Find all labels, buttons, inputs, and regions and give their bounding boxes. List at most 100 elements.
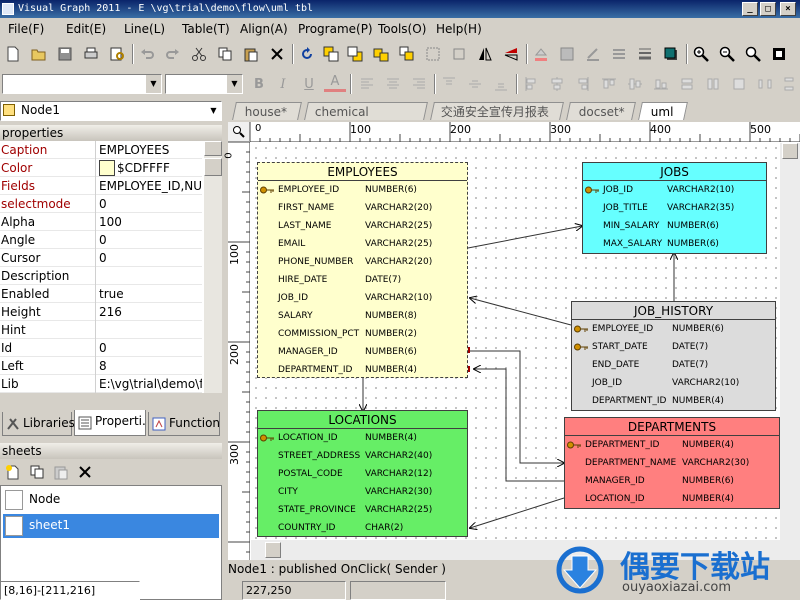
field-row[interactable]: MANAGER_ID NUMBER(6) (565, 472, 779, 490)
menu-align[interactable]: Align(A) (240, 22, 288, 36)
property-row[interactable]: Id 0 (0, 339, 202, 357)
valign-top-icon[interactable] (438, 73, 460, 95)
property-row[interactable]: Hint (0, 321, 202, 339)
group-icon[interactable] (370, 43, 392, 65)
menu-file[interactable]: File(F) (8, 22, 44, 36)
field-row[interactable]: POSTAL_CODE VARCHAR2(12) (258, 465, 467, 483)
resize-icon[interactable] (422, 43, 444, 65)
property-row[interactable]: Height 216 (0, 303, 202, 321)
redo-icon[interactable] (162, 43, 184, 65)
property-row[interactable]: Angle 0 (0, 231, 202, 249)
property-value[interactable] (99, 267, 202, 285)
space-vertical-icon[interactable] (778, 73, 800, 95)
align-bottoms-icon[interactable] (650, 73, 672, 95)
property-row[interactable]: Caption EMPLOYEES (0, 141, 202, 159)
zoom-fit-icon[interactable] (742, 43, 764, 65)
diagram-canvas[interactable]: EMPLOYEES EMPLOYEE_ID NUMBER(6) FIRST_NAME V… (251, 143, 780, 540)
doc-tab-house[interactable]: house* (232, 102, 302, 120)
tab-function[interactable]: Function (148, 412, 220, 436)
same-size-icon[interactable] (728, 73, 750, 95)
menu-help[interactable]: Help(H) (436, 22, 482, 36)
same-height-icon[interactable] (702, 73, 724, 95)
field-row[interactable]: DEPARTMENT_ID NUMBER(4) (572, 392, 775, 410)
align-centers-icon[interactable] (546, 73, 568, 95)
ungroup-icon[interactable] (396, 43, 418, 65)
property-value[interactable]: 0 (99, 231, 202, 249)
maximize-button[interactable]: □ (760, 2, 776, 16)
align-tops-icon[interactable] (598, 73, 620, 95)
align-lefts-icon[interactable] (520, 73, 542, 95)
doc-tab-docset[interactable]: docset* (566, 102, 636, 120)
property-value[interactable]: 216 (99, 303, 202, 321)
menu-edit[interactable]: Edit(E) (66, 22, 106, 36)
copy-icon[interactable] (214, 43, 236, 65)
font-name-combo[interactable]: ▼ (2, 74, 162, 94)
print-icon[interactable] (80, 43, 102, 65)
paste-sheet-icon[interactable] (50, 461, 72, 483)
same-width-icon[interactable] (676, 73, 698, 95)
shadow-icon[interactable] (660, 43, 682, 65)
property-value[interactable]: 0 (99, 195, 202, 213)
italic-icon[interactable]: I (272, 73, 294, 95)
field-row[interactable]: END_DATE DATE(7) (572, 356, 775, 374)
fill-color-icon[interactable] (530, 43, 552, 65)
menu-line[interactable]: Line(L) (124, 22, 165, 36)
property-row[interactable]: Cursor 0 (0, 249, 202, 267)
field-row[interactable]: STREET_ADDRESS VARCHAR2(40) (258, 447, 467, 465)
vertical-scrollbar[interactable] (780, 143, 800, 540)
zoom-out-icon[interactable] (716, 43, 738, 65)
field-row[interactable]: JOB_ID VARCHAR2(10) (583, 181, 766, 199)
property-value[interactable]: EMPLOYEE_ID,NU (99, 177, 202, 195)
line-color-icon[interactable] (582, 43, 604, 65)
entity-locations[interactable]: LOCATIONS LOCATION_ID NUMBER(4) STREET_ADDR… (257, 410, 468, 537)
send-back-icon[interactable] (344, 43, 366, 65)
close-window-button[interactable]: × (780, 2, 796, 16)
property-value[interactable]: 0 (99, 249, 202, 267)
field-row[interactable]: START_DATE DATE(7) (572, 338, 775, 356)
ruler-corner[interactable] (228, 122, 250, 142)
doc-tab-report[interactable]: 交通安全宣传月报表* (430, 102, 564, 137)
menu-programe[interactable]: Programe(P) (298, 22, 373, 36)
property-row[interactable]: Color $CDFFFF (0, 159, 202, 177)
property-row[interactable]: selectmode 0 (0, 195, 202, 213)
property-row[interactable]: Alpha 100 (0, 213, 202, 231)
property-value[interactable]: 0 (99, 339, 202, 357)
underline-icon[interactable]: U (298, 73, 320, 95)
align-right-icon[interactable] (408, 73, 430, 95)
tab-libraries[interactable]: Libraries (2, 412, 75, 436)
bring-front-icon[interactable] (320, 43, 342, 65)
property-value[interactable]: 8 (99, 357, 202, 375)
entity-jobs[interactable]: JOBS JOB_ID VARCHAR2(10) JOB_TITLE VARCHAR2(… (582, 162, 767, 254)
paste-icon[interactable] (240, 43, 262, 65)
property-value[interactable] (99, 321, 202, 339)
field-row[interactable]: DEPARTMENT_NAME VARCHAR2(30) (565, 454, 779, 472)
field-row[interactable]: FIRST_NAME VARCHAR2(20) (258, 199, 467, 217)
page-setup-icon[interactable] (768, 43, 790, 65)
align-middles-icon[interactable] (624, 73, 646, 95)
field-row[interactable]: MANAGER_ID NUMBER(6) (258, 343, 467, 361)
open-folder-icon[interactable] (28, 43, 50, 65)
field-row[interactable]: EMAIL VARCHAR2(25) (258, 235, 467, 253)
property-row[interactable]: Left 8 (0, 357, 202, 375)
align-rights-icon[interactable] (572, 73, 594, 95)
entity-job-history[interactable]: JOB_HISTORY EMPLOYEE_ID NUMBER(6) START_DAT… (571, 301, 776, 411)
field-row[interactable]: CITY VARCHAR2(30) (258, 483, 467, 501)
valign-bottom-icon[interactable] (490, 73, 512, 95)
property-value[interactable]: true (99, 285, 202, 303)
align-center-icon[interactable] (382, 73, 404, 95)
property-row[interactable]: Description (0, 267, 202, 285)
field-row[interactable]: DEPARTMENT_ID NUMBER(4) (565, 436, 779, 454)
align-left-icon[interactable] (356, 73, 378, 95)
field-row[interactable]: JOB_ID VARCHAR2(10) (572, 374, 775, 392)
property-value[interactable]: EMPLOYEES (99, 141, 202, 159)
field-row[interactable]: COUNTRY_ID CHAR(2) (258, 519, 467, 537)
property-row[interactable]: Fields EMPLOYEE_ID,NU (0, 177, 202, 195)
zoom-in-icon[interactable] (690, 43, 712, 65)
properties-scrollbar[interactable] (204, 141, 222, 393)
line-style-icon[interactable] (608, 43, 630, 65)
field-row[interactable]: MIN_SALARY NUMBER(6) (583, 217, 766, 235)
align-grid-icon[interactable] (448, 43, 470, 65)
new-file-icon[interactable] (2, 43, 24, 65)
field-row[interactable]: STATE_PROVINCE VARCHAR2(25) (258, 501, 467, 519)
field-row[interactable]: DEPARTMENT_ID NUMBER(4) (258, 361, 467, 379)
